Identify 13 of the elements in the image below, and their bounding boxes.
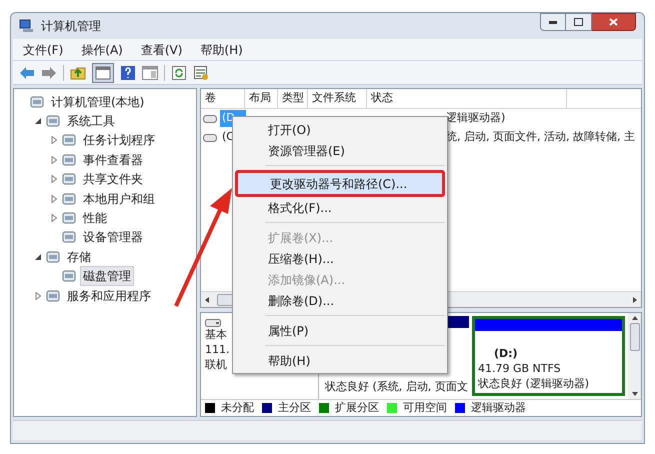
legend-label: 未分配 xyxy=(221,400,254,416)
disk-info-text: 基本 xyxy=(205,327,227,342)
legend-label: 逻辑驱动器 xyxy=(471,400,526,416)
partition-name: (D:) xyxy=(493,346,519,361)
legend-label: 主分区 xyxy=(278,400,311,416)
partition-info-text: 状态良好 (逻辑驱动器) xyxy=(478,376,590,391)
partition-info-text: 状态良好 (系统, 启动, 页面文 xyxy=(325,379,466,394)
partition-info-text: 41.79 GB NTFS xyxy=(478,361,562,376)
disk-info-text: 联机 xyxy=(205,357,227,372)
legend-label: 可用空间 xyxy=(403,400,447,416)
disk-info-text: 111. xyxy=(205,342,230,357)
legend-label: 扩展分区 xyxy=(335,400,379,416)
window-title: 计算机管理 xyxy=(41,18,101,35)
